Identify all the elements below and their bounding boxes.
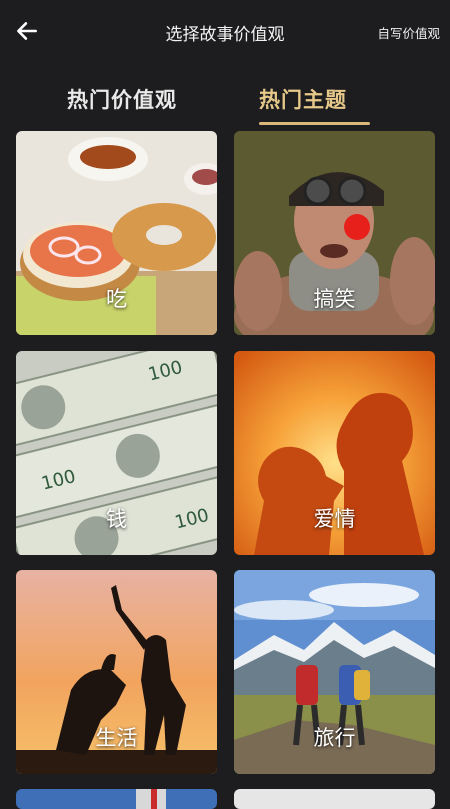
topic-card-partial[interactable]	[16, 789, 217, 809]
topic-card-funny[interactable]: 搞笑	[234, 131, 435, 335]
topic-card-money[interactable]: 100 100 100 钱	[16, 351, 217, 555]
tab-hot-topics[interactable]: 热门主题	[259, 84, 347, 114]
topic-card-love[interactable]: 爱情	[234, 351, 435, 555]
topic-label: 搞笑	[313, 287, 356, 311]
topic-label: 吃	[106, 287, 127, 311]
topic-label: 旅行	[313, 726, 356, 750]
topic-grid: 吃 搞笑 100 100 100 钱 爱情 生活 旅行	[16, 131, 435, 809]
topic-label: 生活	[95, 726, 138, 750]
arrow-left-icon	[17, 22, 37, 40]
top-bar: 选择故事价值观 自写价值观	[0, 0, 450, 62]
back-button[interactable]	[12, 16, 44, 46]
topic-card-food[interactable]: 吃	[16, 131, 217, 335]
topic-card-life[interactable]: 生活	[16, 570, 217, 774]
topic-card-travel[interactable]: 旅行	[234, 570, 435, 774]
partial-image	[16, 789, 217, 809]
tab-hot-values[interactable]: 热门价值观	[67, 84, 177, 114]
topic-label: 钱	[106, 507, 127, 531]
active-tab-indicator	[259, 122, 370, 125]
topic-card-partial[interactable]	[234, 789, 435, 809]
custom-values-button[interactable]: 自写价值观	[377, 23, 440, 42]
tab-bar: 热门价值观 热门主题	[0, 80, 450, 128]
topic-label: 爱情	[313, 507, 356, 531]
partial-image	[234, 789, 435, 809]
